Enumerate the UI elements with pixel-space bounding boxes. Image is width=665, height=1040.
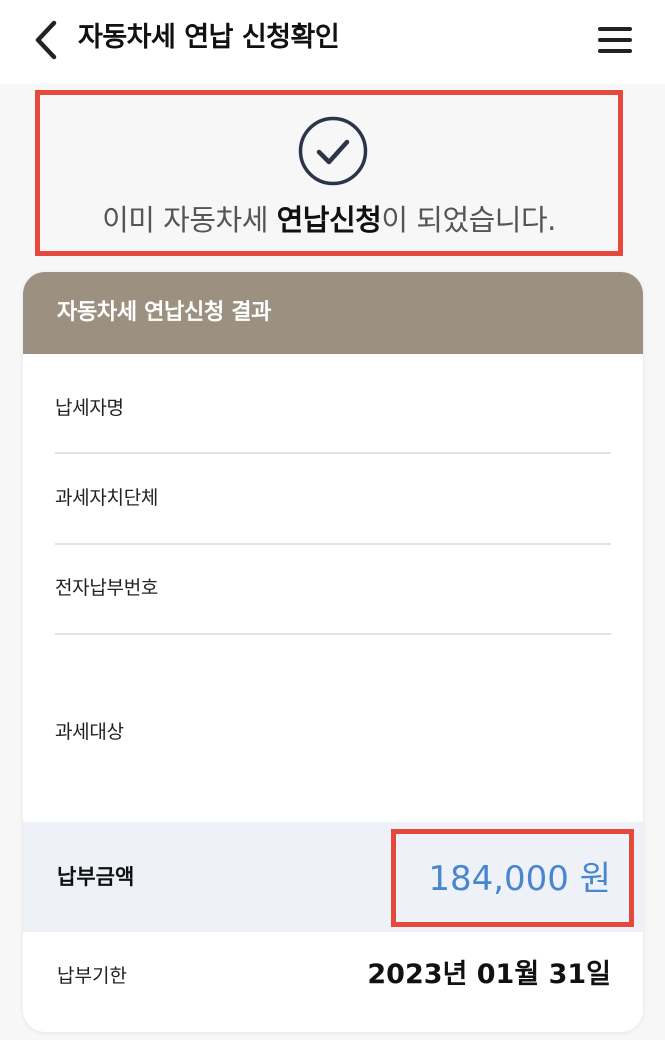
status-message-emphasis: 연납신청 — [276, 203, 382, 237]
chevron-left-icon — [35, 20, 57, 60]
page-title: 자동차세 연납 신청확인 — [78, 22, 340, 53]
payment-amount-value: 184,000 원 — [428, 859, 611, 899]
due-date-value: 2023년 01월 31일 — [367, 959, 611, 990]
hamburger-menu-icon — [598, 27, 632, 53]
payment-amount-highlight: 184,000 원 — [391, 829, 634, 927]
field-label: 납세자명 — [55, 397, 124, 419]
status-message-suffix: 이 되었습니다. — [381, 203, 556, 237]
result-card-header: 자동차세 연납신청 결과 — [23, 272, 643, 354]
status-notice-highlight: 이미 자동차세 연납신청이 되었습니다. — [35, 90, 623, 256]
payment-amount-label: 납부금액 — [57, 865, 135, 889]
result-card-title: 자동차세 연납신청 결과 — [57, 300, 272, 325]
field-label: 과세대상 — [55, 721, 124, 743]
field-label: 전자납부번호 — [55, 577, 159, 599]
divider — [55, 543, 611, 545]
check-circle-icon — [298, 116, 368, 186]
field-label: 과세자치단체 — [55, 487, 159, 509]
menu-button[interactable] — [592, 20, 638, 60]
payment-amount-row: 납부금액 184,000 원 — [23, 822, 643, 932]
divider — [55, 452, 611, 454]
result-card: 자동차세 연납신청 결과 납세자명 과세자치단체 전자납부번호 과세대상 납부금… — [23, 272, 643, 1032]
due-date-label: 납부기한 — [57, 965, 127, 987]
status-message-prefix: 이미 자동차세 — [102, 203, 277, 237]
status-message: 이미 자동차세 연납신청이 되었습니다. — [40, 200, 618, 240]
divider — [55, 633, 611, 635]
back-button[interactable] — [26, 18, 66, 62]
app-header: 자동차세 연납 신청확인 — [0, 0, 665, 84]
